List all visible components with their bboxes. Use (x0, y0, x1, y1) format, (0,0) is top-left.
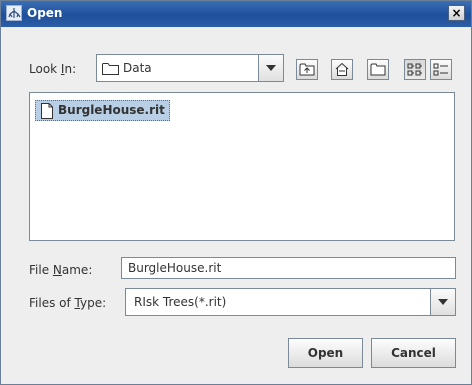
folder-icon (102, 62, 119, 78)
close-button[interactable]: × (448, 5, 465, 21)
look-in-label: Look In: (29, 62, 77, 76)
open-button[interactable]: Open (288, 338, 363, 368)
cancel-button[interactable]: Cancel (371, 338, 456, 368)
home-button[interactable] (331, 59, 353, 80)
list-item[interactable]: BurgleHouse.rit (35, 100, 170, 121)
new-folder-button[interactable] (367, 59, 389, 80)
title-bar[interactable]: Open × (1, 1, 471, 27)
files-of-type-value: RIsk Trees(*.rit) (134, 295, 227, 309)
files-of-type-combo[interactable]: RIsk Trees(*.rit) (125, 288, 456, 316)
file-name-label: BurgleHouse.rit (58, 103, 165, 117)
file-icon (41, 103, 53, 119)
open-dialog: Open × Look In: Data BurgleHouse.rit Fil… (0, 0, 472, 385)
look-in-value: Data (123, 61, 152, 75)
details-view-button[interactable] (430, 59, 452, 80)
window-title: Open (27, 6, 63, 20)
chevron-down-icon[interactable] (430, 289, 455, 315)
file-list[interactable]: BurgleHouse.rit (29, 92, 455, 241)
files-of-type-label: Files of Type: (29, 296, 107, 310)
tree-icon (6, 5, 22, 21)
look-in-combo[interactable]: Data (96, 54, 284, 82)
file-name-label: File Name: (29, 263, 93, 277)
up-one-level-button[interactable] (296, 59, 318, 80)
chevron-down-icon[interactable] (258, 55, 283, 81)
file-name-field[interactable]: BurgleHouse.rit (121, 257, 456, 279)
list-view-button[interactable] (404, 59, 426, 80)
